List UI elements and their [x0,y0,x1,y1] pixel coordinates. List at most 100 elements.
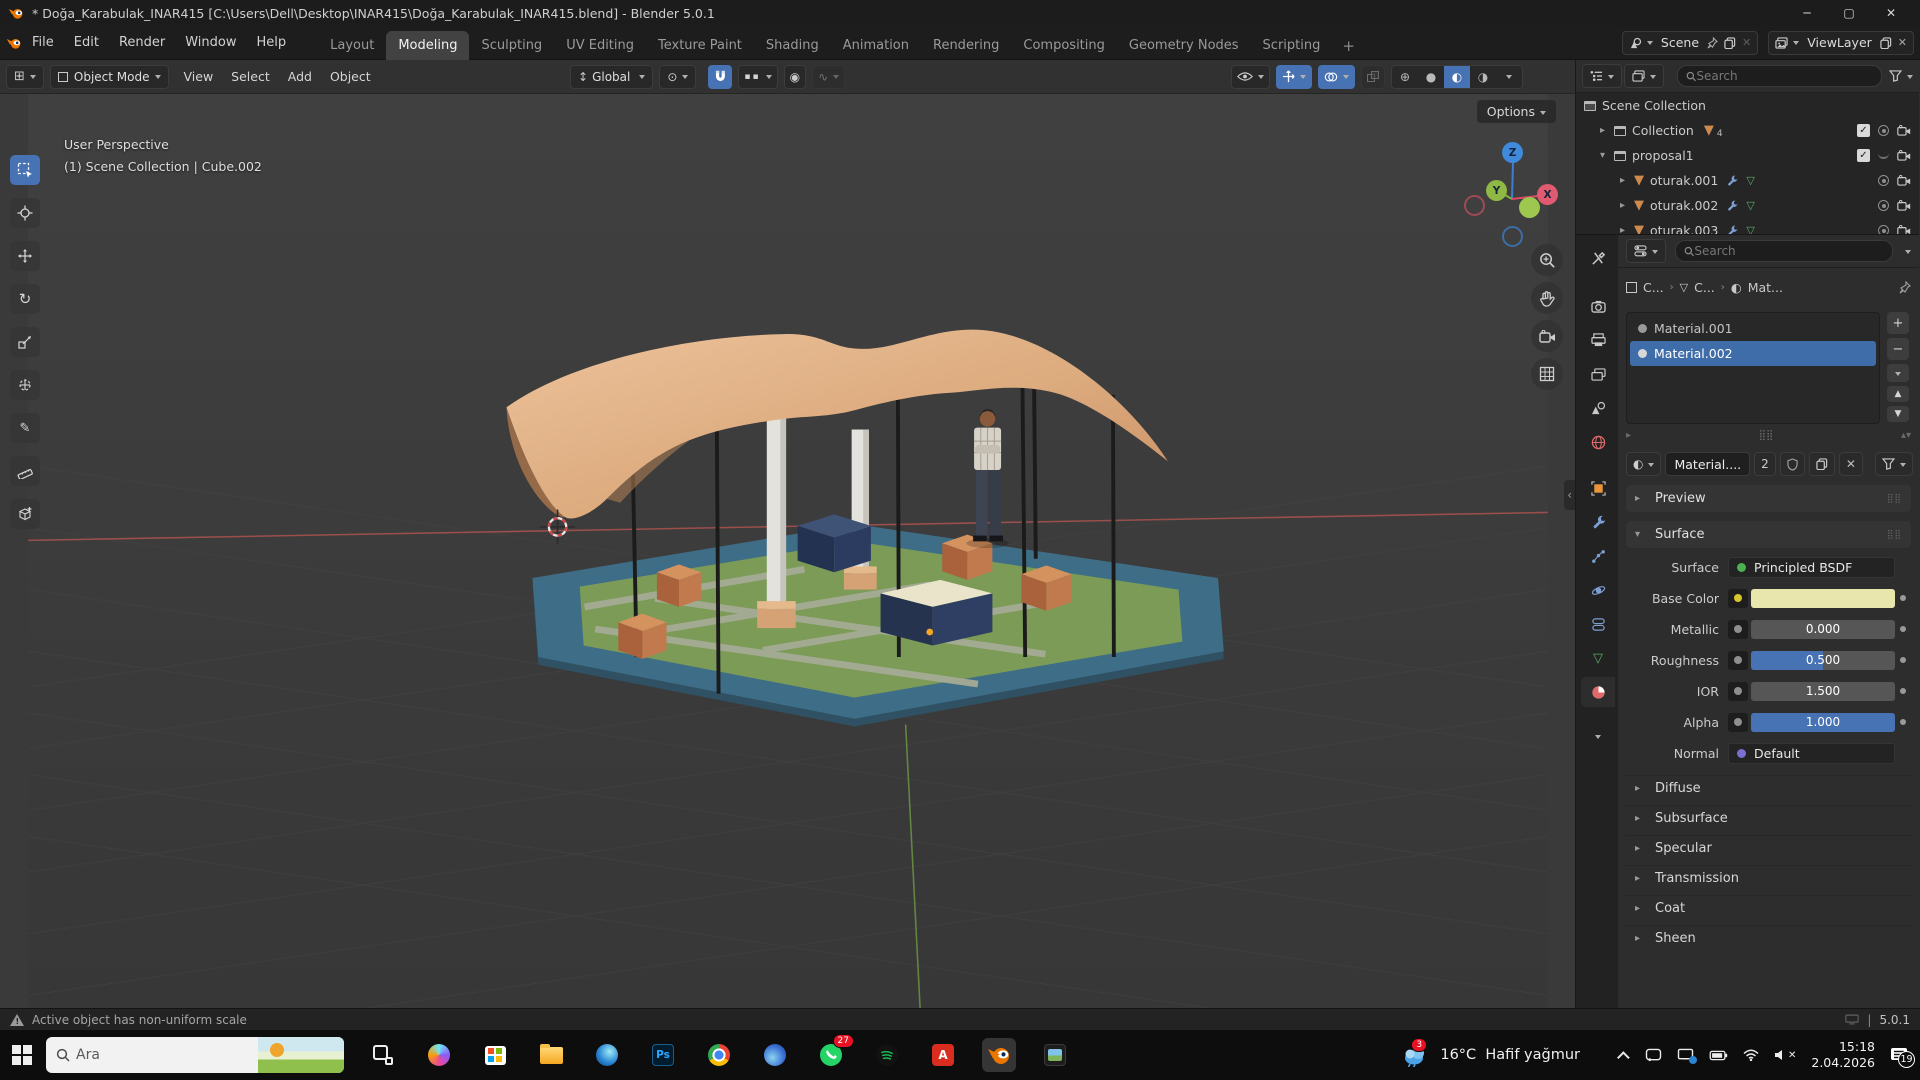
taskbar-clock[interactable]: 15:18 2.04.2026 [1811,1039,1875,1072]
file-explorer-icon[interactable] [534,1038,568,1072]
volume-muted-icon[interactable]: ✕ [1774,1049,1796,1061]
tool-annotate[interactable]: ✎ [10,413,40,443]
slot-specials-button[interactable] [1887,364,1909,382]
snap-settings-dropdown[interactable]: ▪▪ [738,65,777,89]
remove-slot-button[interactable]: − [1887,338,1909,360]
shading-dropdown[interactable] [1496,66,1522,88]
users-count-button[interactable]: 2 [1754,452,1776,476]
remove-view-layer-icon[interactable]: ✕ [1898,36,1907,49]
specular-panel-header[interactable]: ▸Specular [1626,835,1911,861]
task-view-icon[interactable] [366,1038,400,1072]
alpha-slider[interactable]: 1.000 [1751,713,1895,732]
hidden-viewport-icon[interactable] [1878,153,1889,159]
add-slot-button[interactable]: + [1887,312,1909,334]
tool-rotate[interactable]: ↻ [10,284,40,314]
search-highlight-image[interactable] [258,1037,344,1073]
tab-output[interactable] [1581,325,1615,355]
orthographic-toggle-button[interactable] [1531,358,1563,390]
chrome-icon[interactable] [702,1038,736,1072]
properties-editor-type-button[interactable] [1626,239,1666,263]
collection-checkbox[interactable]: ✓ [1857,124,1870,137]
battery-icon[interactable] [1709,1050,1728,1061]
hide-viewport-icon[interactable] [1878,225,1889,235]
outliner-row-oturak-002[interactable]: ▸ ▼ oturak.002 ▽ [1576,193,1919,218]
surface-panel-header[interactable]: ▾ Surface ⣿⣿ [1626,521,1911,548]
expand-icon[interactable]: ▸ [1600,125,1614,136]
spotify-icon[interactable] [870,1038,904,1072]
disable-render-icon[interactable] [1897,200,1911,211]
tab-animation[interactable]: Animation [831,31,921,60]
menu-help[interactable]: Help [247,30,297,55]
add-workspace-button[interactable]: + [1332,32,1365,60]
tab-scripting[interactable]: Scripting [1251,31,1333,60]
editor-type-button[interactable]: ⊞ [6,65,44,89]
list-resize-grip[interactable]: ▸⣿⣿▴▾ [1626,428,1911,442]
roughness-slider[interactable]: 0.500 [1751,651,1895,670]
tab-strip-overflow[interactable] [1581,721,1615,751]
overlays-toggle[interactable] [1318,65,1355,89]
weather-widget[interactable]: 3 16°C Hafif yağmur [1401,1043,1580,1067]
outliner-search-input[interactable] [1696,69,1873,83]
surface-shader-button[interactable]: Principled BSDF [1728,557,1895,578]
metallic-socket[interactable] [1728,620,1748,639]
shading-rendered-button[interactable]: ◑ [1470,66,1496,88]
shading-material-preview-button[interactable]: ◐ [1444,66,1470,88]
tab-modifiers[interactable] [1581,507,1615,537]
gizmo-y-negative[interactable] [1519,197,1540,218]
browse-material-button[interactable]: ◐ [1626,452,1661,476]
acrobat-icon[interactable]: A [926,1038,960,1072]
ior-socket[interactable] [1728,682,1748,701]
proportional-falloff-dropdown[interactable]: ∿ [812,65,845,89]
properties-filter-dropdown[interactable] [1905,250,1911,257]
visibility-dropdown[interactable] [1231,65,1270,89]
hide-viewport-icon[interactable] [1878,125,1889,136]
unlink-scene-icon[interactable]: ✕ [1742,36,1751,49]
fake-user-shield-button[interactable] [1780,452,1805,476]
keyframe-dot[interactable] [1895,719,1911,725]
teams-icon[interactable] [758,1038,792,1072]
close-button[interactable]: ✕ [1870,6,1912,20]
tab-constraints[interactable] [1581,609,1615,639]
base-color-socket[interactable] [1728,589,1748,608]
base-color-swatch[interactable] [1751,589,1895,608]
unlink-material-button[interactable]: ✕ [1839,452,1863,476]
tab-modeling[interactable]: Modeling [386,31,469,60]
subsurface-panel-header[interactable]: ▸Subsurface [1626,805,1911,831]
properties-search-input[interactable] [1694,244,1884,258]
ior-slider[interactable]: 1.500 [1751,682,1895,701]
gizmo-x-axis[interactable]: X [1537,184,1558,205]
menu-file[interactable]: File [22,30,64,55]
tool-select-box[interactable] [10,155,40,185]
outliner-display-mode-button[interactable] [1624,64,1664,88]
breadcrumb-material[interactable]: Mat... [1748,280,1783,295]
whatsapp-icon[interactable]: 27 [814,1038,848,1072]
tab-material[interactable] [1581,677,1615,707]
blender-app-icon[interactable] [982,1038,1016,1072]
snap-toggle[interactable] [708,65,732,89]
shading-solid-button[interactable]: ● [1418,66,1444,88]
sheen-panel-header[interactable]: ▸Sheen [1626,925,1911,951]
keyframe-dot[interactable] [1895,626,1911,632]
tab-scene[interactable] [1581,393,1615,423]
taskbar-search[interactable] [46,1037,344,1073]
tool-scale[interactable] [10,327,40,357]
keyframe-dot[interactable] [1895,595,1911,601]
coat-panel-header[interactable]: ▸Coat [1626,895,1911,921]
menu-add[interactable]: Add [279,69,321,84]
sidebar-collapse-arrow[interactable]: ‹ [1564,480,1575,510]
new-view-layer-icon[interactable] [1880,37,1892,49]
outliner-search[interactable] [1677,65,1882,87]
scene-canvas[interactable] [0,94,1576,1008]
tab-sculpting[interactable]: Sculpting [469,31,554,60]
shading-wireframe-button[interactable]: ⊕ [1392,66,1418,88]
collapse-icon[interactable]: ▾ [1600,150,1614,161]
camera-view-button[interactable] [1531,320,1563,352]
menu-object[interactable]: Object [321,69,380,84]
expand-icon[interactable]: ▸ [1620,225,1634,235]
breadcrumb-object[interactable]: C... [1643,280,1664,295]
move-slot-up-button[interactable]: ▲ [1887,386,1909,402]
wifi-icon[interactable] [1743,1049,1759,1061]
diffuse-panel-header[interactable]: ▸Diffuse [1626,775,1911,801]
tab-object[interactable] [1581,473,1615,503]
cast-icon[interactable] [1645,1048,1662,1062]
